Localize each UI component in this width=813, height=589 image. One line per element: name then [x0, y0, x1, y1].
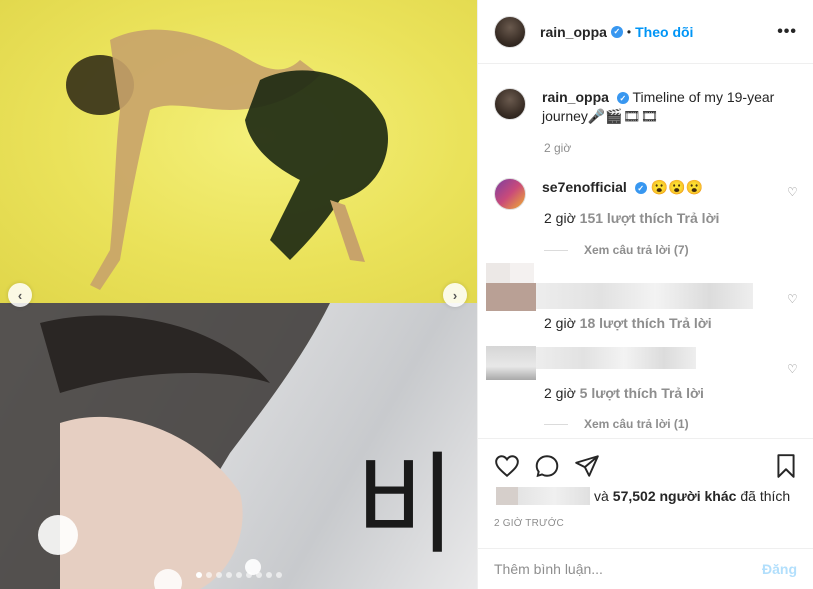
dancer-figure	[66, 29, 388, 290]
avatar[interactable]	[486, 346, 536, 380]
verified-badge-icon: ✓	[616, 92, 629, 105]
comment-input[interactable]	[494, 561, 762, 577]
separator: •	[626, 24, 632, 39]
chevron-right-icon: ›	[452, 287, 458, 303]
comment-text: 😮😮😮	[650, 179, 703, 195]
slide-dot	[205, 572, 212, 578]
comment-text-redacted	[536, 347, 696, 369]
liker-avatar-redacted	[496, 487, 518, 505]
post-media[interactable]: 비 ‹ ›	[0, 0, 477, 589]
post-actions: và 57,502 người khác đã thích 2 GIỜ TRƯỚ…	[478, 438, 813, 538]
slide-dot	[225, 572, 232, 578]
caption: rain_oppa ✓ Timeline of my 19-year journ…	[494, 88, 797, 126]
likes-summary[interactable]: và 57,502 người khác đã thích	[496, 487, 790, 505]
comment-time[interactable]: 2 giờ	[544, 385, 576, 401]
view-replies-button[interactable]: Xem câu trả lời (7)	[544, 243, 689, 257]
comment-body: se7enofficial ✓ 😮😮😮	[542, 178, 797, 210]
like-comment-heart-icon[interactable]: ♡	[787, 362, 799, 376]
svg-text:비: 비	[355, 441, 456, 569]
more-options-icon[interactable]: •••	[777, 23, 797, 41]
comment-likes[interactable]: 5 lượt thích	[580, 385, 658, 401]
comment-likes[interactable]: 18 lượt thích	[580, 315, 665, 331]
avatar[interactable]	[494, 88, 526, 120]
next-slide-button[interactable]: ›	[443, 283, 467, 307]
save-bookmark-icon[interactable]	[773, 453, 799, 479]
share-send-icon[interactable]	[574, 453, 600, 479]
slide-indicator	[0, 572, 477, 578]
comment-time[interactable]: 2 giờ	[544, 315, 576, 331]
avatar[interactable]	[494, 178, 526, 210]
caption-body: rain_oppa ✓ Timeline of my 19-year journ…	[542, 88, 797, 126]
verified-badge-icon: ✓	[610, 25, 623, 38]
reply-button[interactable]: Trả lời	[677, 210, 720, 226]
slide-dot	[245, 572, 252, 578]
post-timestamp[interactable]: 2 GIỜ TRƯỚC	[494, 518, 564, 529]
comment-text-redacted	[536, 283, 753, 309]
comment-username[interactable]: se7enofficial	[542, 179, 627, 195]
comments-list[interactable]: rain_oppa ✓ Timeline of my 19-year journ…	[478, 65, 813, 438]
like-comment-heart-icon[interactable]: ♡	[787, 185, 799, 199]
caption-username[interactable]: rain_oppa	[542, 89, 609, 105]
slide-dot	[195, 572, 202, 578]
view-replies-button[interactable]: Xem câu trả lời (1)	[544, 417, 689, 431]
list-item: se7enofficial ✓ 😮😮😮	[494, 178, 797, 210]
slide-dot	[215, 572, 222, 578]
slide-dot	[255, 572, 262, 578]
post-header: rain_oppa ✓ • Theo dõi •••	[478, 0, 813, 64]
comment-meta: 2 giờ 5 lượt thích Trả lời	[544, 385, 704, 401]
comment-time[interactable]: 2 giờ	[544, 210, 576, 226]
likes-and: và	[594, 488, 609, 504]
slide-dot	[275, 572, 282, 578]
post-comment-button[interactable]: Đăng	[762, 561, 797, 577]
likes-suffix: đã thích	[740, 488, 791, 504]
avatar[interactable]	[494, 15, 526, 48]
prev-slide-button[interactable]: ‹	[8, 283, 32, 307]
add-comment-bar: Đăng	[478, 548, 813, 589]
reply-button[interactable]: Trả lời	[661, 385, 704, 401]
comment-likes[interactable]: 151 lượt thích	[580, 210, 673, 226]
like-heart-icon[interactable]	[494, 453, 520, 479]
comment-bubble-icon[interactable]	[534, 453, 560, 479]
comment-meta: 2 giờ 18 lượt thích Trả lời	[544, 315, 712, 331]
slide-dot	[265, 572, 272, 578]
comment-meta: 2 giờ 151 lượt thích Trả lời	[544, 210, 719, 226]
replies-line	[544, 249, 568, 251]
replies-line	[544, 423, 568, 425]
chevron-left-icon: ‹	[17, 287, 23, 303]
liker-name-redacted	[518, 487, 590, 505]
post-photo-top	[0, 0, 477, 303]
reply-button[interactable]: Trả lời	[669, 315, 712, 331]
view-replies-label: Xem câu trả lời (1)	[584, 417, 689, 431]
caption-time[interactable]: 2 giờ	[544, 141, 571, 155]
verified-badge-icon: ✓	[634, 182, 647, 195]
caption-meta: 2 giờ	[544, 141, 571, 155]
view-replies-label: Xem câu trả lời (7)	[584, 243, 689, 257]
follow-button[interactable]: Theo dõi	[635, 24, 693, 40]
redacted-avatar-block	[486, 283, 536, 311]
post-photo-bottom: 비	[0, 303, 477, 589]
portrait-figure: 비	[0, 303, 456, 589]
post-side-panel: rain_oppa ✓ • Theo dõi ••• rain_oppa ✓ T…	[478, 0, 813, 589]
likes-count[interactable]: 57,502 người khác	[613, 488, 737, 504]
like-comment-heart-icon[interactable]: ♡	[787, 292, 799, 306]
slide-dot	[235, 572, 242, 578]
username-link[interactable]: rain_oppa	[540, 24, 607, 40]
